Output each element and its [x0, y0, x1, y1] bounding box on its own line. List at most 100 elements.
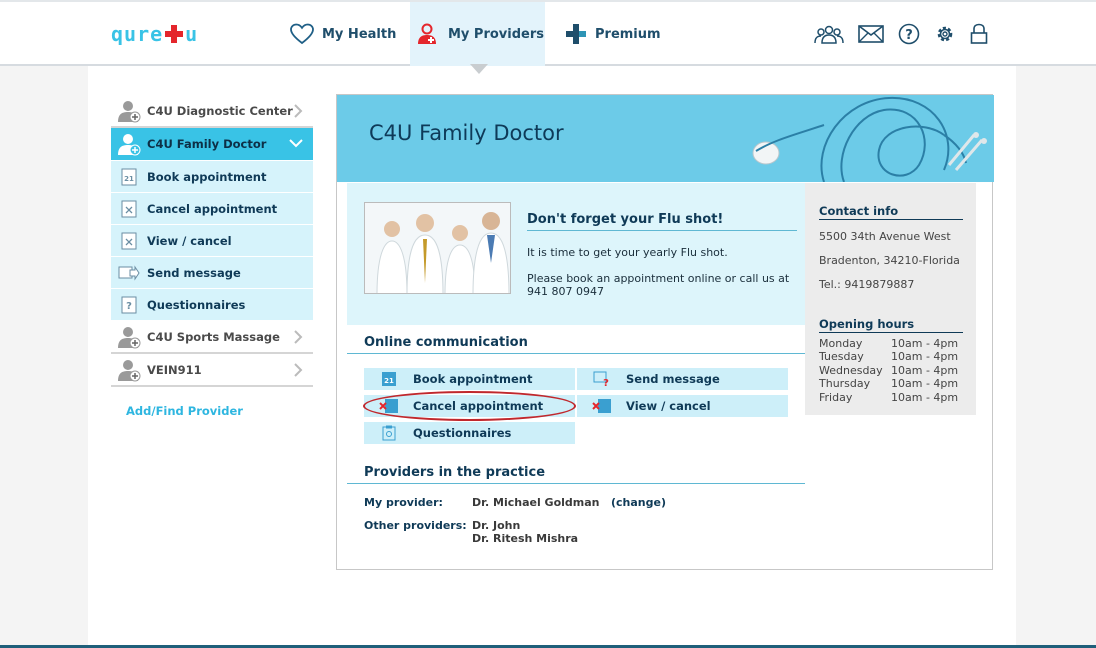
- sidebar-item-sports-massage[interactable]: C4U Sports Massage: [111, 321, 313, 354]
- sidebar-subitem-label: Questionnaires: [147, 297, 246, 312]
- premium-plus-icon: [565, 23, 587, 45]
- cancel-calendar-icon: [577, 398, 626, 414]
- phone-number: Tel.: 9419879887: [819, 278, 915, 291]
- sidebar-item-label: C4U Sports Massage: [147, 329, 280, 344]
- hours-row: Wednesday 10am - 4pm: [819, 363, 959, 377]
- mail-icon[interactable]: [858, 25, 884, 43]
- provider-avatar-icon: [111, 358, 147, 382]
- stethoscope-illustration: [752, 96, 987, 182]
- other-provider-name: Dr. Ritesh Mishra: [472, 532, 579, 545]
- questionnaires-button[interactable]: Questionnaires: [364, 422, 575, 444]
- flu-notice-text: It is time to get your yearly Flu shot.: [527, 246, 728, 259]
- cancel-calendar-icon: [364, 398, 413, 414]
- sidebar-item-label: VEIN911: [147, 362, 202, 377]
- change-provider-link[interactable]: (change): [611, 496, 666, 509]
- button-label: Book appointment: [413, 372, 533, 386]
- sidebar-item-family-doctor[interactable]: C4U Family Doctor: [111, 128, 313, 161]
- doctor-icon: [416, 23, 440, 45]
- address-line-2: Bradenton, 34210-Florida: [819, 254, 960, 267]
- hours-row: Thursday 10am - 4pm: [819, 377, 959, 391]
- book-appointment-button[interactable]: 21 Book appointment: [364, 368, 575, 390]
- button-label: Send message: [626, 372, 720, 386]
- header-tools: ?: [814, 23, 988, 45]
- qure4u-logo[interactable]: qure u: [111, 22, 198, 46]
- calendar-icon: 21: [111, 168, 147, 186]
- online-communication-title: Online communication: [347, 335, 805, 354]
- svg-text:?: ?: [603, 378, 609, 387]
- svg-text:21: 21: [384, 377, 394, 385]
- gear-icon[interactable]: [934, 23, 956, 45]
- tab-premium-label: Premium: [595, 26, 661, 42]
- heart-icon: [290, 23, 314, 45]
- lock-icon[interactable]: [970, 23, 988, 45]
- flu-notice-call-text: Please book an appointment online or cal…: [527, 272, 790, 298]
- tab-my-providers[interactable]: My Providers: [410, 2, 545, 66]
- providers-in-practice-title: Providers in the practice: [347, 465, 805, 484]
- address-line-1: 5500 34th Avenue West: [819, 230, 951, 243]
- provider-avatar-icon: [111, 325, 147, 349]
- top-navigation-bar: qure u My Health My Providers Premium ?: [0, 0, 1096, 66]
- sidebar-item-vein911[interactable]: VEIN911: [111, 354, 313, 387]
- chevron-right-icon: [293, 330, 303, 347]
- sidebar-subitem-view-cancel[interactable]: View / cancel: [111, 225, 313, 257]
- sidebar-subitem-cancel-appointment[interactable]: Cancel appointment: [111, 193, 313, 225]
- button-label: Questionnaires: [413, 426, 512, 440]
- view-cancel-button[interactable]: View / cancel: [577, 395, 788, 417]
- svg-text:?: ?: [905, 28, 913, 43]
- button-label: View / cancel: [626, 399, 711, 413]
- opening-hours-title: Opening hours: [819, 317, 963, 333]
- my-provider-label: My provider:: [364, 496, 443, 509]
- clipboard-icon: [364, 425, 413, 441]
- sidebar-item-label: C4U Family Doctor: [147, 137, 267, 151]
- svg-text:21: 21: [124, 175, 134, 183]
- sidebar-subitem-label: Cancel appointment: [147, 201, 278, 216]
- contact-info-panel: Contact info 5500 34th Avenue West Brade…: [805, 183, 976, 415]
- other-provider-name: Dr. John: [472, 519, 521, 532]
- sidebar-item-diagnostic-center[interactable]: C4U Diagnostic Center: [111, 95, 313, 128]
- other-providers-label: Other providers:: [364, 519, 467, 532]
- tab-my-health[interactable]: My Health: [290, 2, 396, 66]
- message-question-icon: ?: [577, 371, 626, 387]
- logo-plus-icon: [164, 24, 184, 44]
- send-message-button[interactable]: ? Send message: [577, 368, 788, 390]
- svg-text:?: ?: [126, 301, 132, 312]
- button-label: Cancel appointment: [413, 399, 544, 413]
- hours-row: Monday 10am - 4pm: [819, 337, 959, 350]
- help-icon[interactable]: ?: [898, 23, 920, 45]
- question-icon: ?: [111, 296, 147, 314]
- active-tab-caret: [470, 64, 488, 74]
- sidebar-subitem-questionnaires[interactable]: ? Questionnaires: [111, 289, 313, 321]
- provider-detail-panel: C4U Family Doctor Don't forget your Flu …: [336, 94, 994, 570]
- view-doc-icon: [111, 232, 147, 250]
- sidebar-subitem-label: View / cancel: [147, 233, 232, 248]
- cancel-appointment-button[interactable]: Cancel appointment: [364, 395, 575, 417]
- calendar-icon: 21: [364, 371, 413, 387]
- other-providers-list: Dr. John Dr. Ritesh Mishra: [472, 519, 578, 545]
- logo-text-left: qure: [111, 22, 164, 46]
- provider-sidebar: C4U Diagnostic Center C4U Family Doctor …: [111, 95, 313, 387]
- provider-banner: C4U Family Doctor: [337, 95, 994, 182]
- my-provider-name: Dr. Michael Goldman: [472, 496, 600, 509]
- opening-hours-list: Monday 10am - 4pm Tuesday 10am - 4pm Wedne…: [819, 337, 958, 404]
- tab-my-providers-label: My Providers: [448, 26, 545, 42]
- sidebar-item-label: C4U Diagnostic Center: [147, 103, 293, 118]
- hours-row: Tuesday 10am - 4pm: [819, 350, 959, 364]
- sidebar-subitem-send-message[interactable]: Send message: [111, 257, 313, 289]
- group-icon[interactable]: [814, 24, 844, 44]
- add-find-provider-link[interactable]: Add/Find Provider: [126, 404, 243, 418]
- sidebar-subitem-label: Book appointment: [147, 169, 267, 184]
- chevron-right-icon: [293, 104, 303, 121]
- provider-avatar-icon: [111, 99, 147, 123]
- chevron-down-icon: [289, 137, 303, 151]
- send-icon: [111, 264, 147, 281]
- logo-text-right: u: [185, 22, 199, 46]
- flu-shot-notice: Don't forget your Flu shot! It is time t…: [347, 183, 805, 325]
- hours-row: Friday 10am - 4pm: [819, 390, 959, 404]
- provider-avatar-icon: [111, 132, 147, 156]
- tab-premium[interactable]: Premium: [565, 2, 661, 66]
- page-title: C4U Family Doctor: [369, 121, 564, 145]
- tab-my-health-label: My Health: [322, 26, 397, 42]
- sidebar-subitem-book-appointment[interactable]: 21 Book appointment: [111, 161, 313, 193]
- sidebar-subitem-label: Send message: [147, 265, 241, 280]
- cancel-doc-icon: [111, 200, 147, 218]
